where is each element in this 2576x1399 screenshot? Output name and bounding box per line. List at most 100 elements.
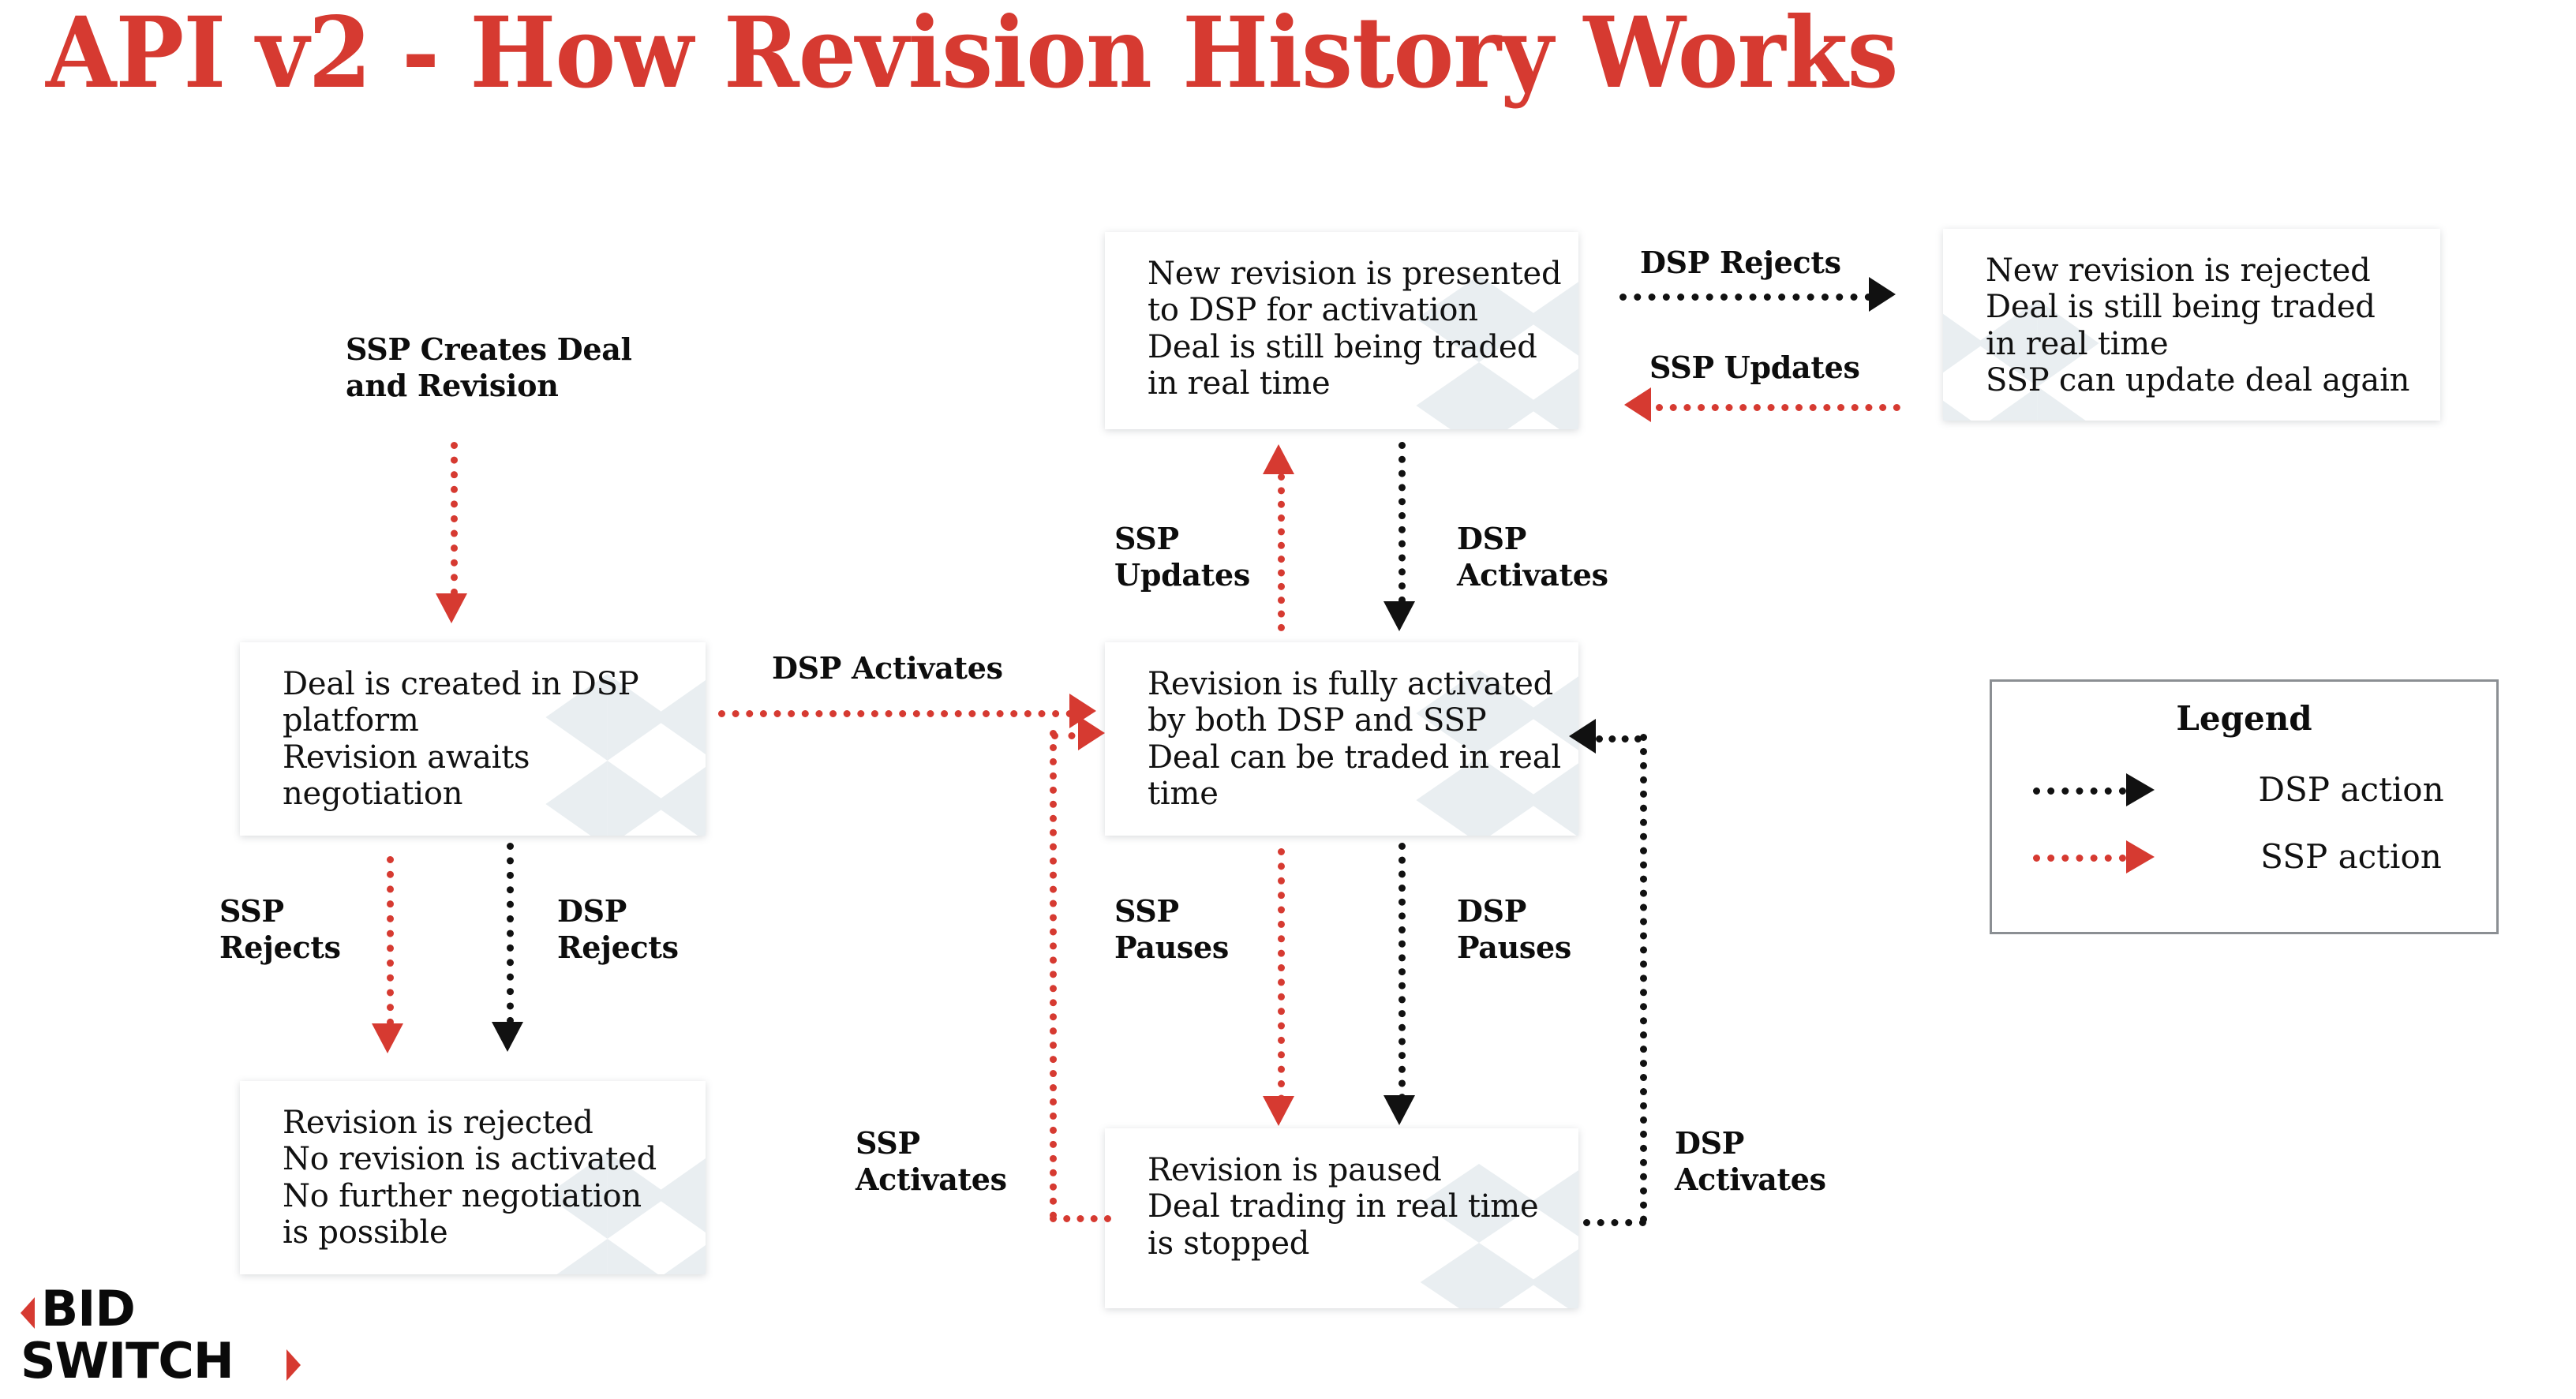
node-line: No revision is activated bbox=[283, 1141, 657, 1178]
node-line: Revision is fully activated bbox=[1148, 666, 1554, 702]
node-line: Deal is created in DSP bbox=[283, 666, 639, 702]
label-line: Activates bbox=[1675, 1161, 1826, 1198]
node-line: is stopped bbox=[1148, 1225, 1310, 1262]
label-ssp-activates-bottom: SSP Activates bbox=[856, 1125, 1007, 1199]
node-text: Revision is paused Deal trading in real … bbox=[1105, 1128, 1578, 1262]
edge-ssp-activates-bottom-arrowhead bbox=[1078, 716, 1105, 750]
label-dsp-rejects-top: DSP Rejects bbox=[1640, 245, 1841, 281]
edge-ssp-creates-line bbox=[451, 442, 458, 596]
node-text: Revision is rejected No revision is acti… bbox=[240, 1081, 706, 1251]
label-ssp-rejects: SSP Rejects bbox=[219, 893, 341, 967]
edge-dsp-activates-bottom-v bbox=[1640, 734, 1647, 1223]
label-line: DSP Activates bbox=[772, 650, 1003, 686]
label-line: Activates bbox=[1457, 557, 1608, 593]
label-dsp-activates-bottom: DSP Activates bbox=[1675, 1125, 1826, 1199]
legend-title: Legend bbox=[2176, 699, 2312, 738]
node-text: Deal is created in DSP platform Revision… bbox=[240, 642, 706, 813]
edge-ssp-rejects-arrowhead bbox=[372, 1023, 403, 1053]
legend-row-dsp: DSP action bbox=[1992, 767, 2496, 814]
label-dsp-pauses: DSP Pauses bbox=[1457, 893, 1571, 967]
bidswitch-logo: BID SWITCH bbox=[14, 1285, 330, 1395]
label-line: Activates bbox=[856, 1161, 1007, 1198]
edge-ssp-updates-center-arrowhead bbox=[1263, 444, 1294, 474]
label-line: DSP bbox=[1675, 1125, 1745, 1161]
label-line: DSP bbox=[557, 893, 627, 929]
edge-ssp-creates-arrowhead bbox=[436, 593, 467, 623]
legend: Legend DSP action SSP action bbox=[1990, 679, 2499, 934]
dsp-arrowhead-icon bbox=[2126, 773, 2155, 806]
label-dsp-activates-main: DSP Activates bbox=[772, 650, 1003, 686]
label-ssp-updates-center: SSP Updates bbox=[1114, 521, 1250, 594]
edge-ssp-activates-bottom-v bbox=[1050, 730, 1057, 1219]
node-line: SSP can update deal again bbox=[1986, 362, 2410, 399]
edge-dsp-rejects-top-arrowhead bbox=[1869, 277, 1896, 312]
label-line: DSP bbox=[1457, 893, 1527, 929]
label-line: and Revision bbox=[346, 368, 559, 404]
edge-ssp-updates-top-line bbox=[1656, 404, 1900, 411]
label-dsp-activates-center: DSP Activates bbox=[1457, 521, 1608, 594]
label-line: Rejects bbox=[557, 930, 679, 966]
edge-dsp-pauses-arrowhead bbox=[1383, 1095, 1415, 1125]
edge-dsp-activates-bottom-h-in bbox=[1583, 1219, 1646, 1226]
node-line: Revision is paused bbox=[1148, 1152, 1442, 1188]
logo-line-1: BID bbox=[41, 1280, 136, 1337]
label-dsp-rejects-left: DSP Rejects bbox=[557, 893, 679, 967]
edge-dsp-rejects-left-arrowhead bbox=[492, 1022, 523, 1052]
dsp-dotted-line-swatch bbox=[2033, 787, 2126, 795]
edge-dsp-activates-main-line bbox=[718, 710, 1073, 717]
label-line: DSP Rejects bbox=[1640, 245, 1841, 280]
edge-ssp-activates-bottom-h-in bbox=[1050, 1215, 1111, 1222]
ssp-dotted-line-swatch bbox=[2033, 855, 2126, 862]
logo-chevron-left-icon bbox=[21, 1297, 35, 1329]
node-line: New revision is presented bbox=[1148, 256, 1562, 292]
label-ssp-creates: SSP Creates Deal and Revision bbox=[346, 331, 632, 405]
label-line: Rejects bbox=[219, 930, 341, 966]
label-ssp-pauses: SSP Pauses bbox=[1114, 893, 1229, 967]
node-line: in real time bbox=[1986, 325, 2169, 362]
label-line: SSP Updates bbox=[1649, 350, 1860, 385]
node-new-revision-rejected: New revision is rejected Deal is still b… bbox=[1943, 229, 2440, 421]
edge-ssp-updates-center-line bbox=[1278, 473, 1285, 631]
node-line: Deal trading in real time bbox=[1148, 1188, 1539, 1225]
label-line: DSP bbox=[1457, 521, 1527, 556]
node-line: Deal is still being traded bbox=[1986, 289, 2376, 326]
node-line: Deal is still being traded bbox=[1148, 328, 1537, 365]
edge-ssp-pauses-line bbox=[1278, 848, 1285, 1117]
label-line: SSP bbox=[1114, 521, 1179, 556]
edge-ssp-rejects-line bbox=[387, 856, 394, 1026]
node-line: New revision is rejected bbox=[1986, 252, 2371, 289]
label-line: SSP bbox=[1114, 893, 1179, 929]
page-title: API v2 - How Revision History Works bbox=[46, 0, 1898, 110]
logo-chevron-right-icon bbox=[286, 1349, 301, 1381]
logo-line-2: SWITCH bbox=[21, 1332, 234, 1390]
label-line: Pauses bbox=[1457, 930, 1571, 966]
node-text: New revision is rejected Deal is still b… bbox=[1943, 229, 2440, 399]
node-line: No further negotiation bbox=[283, 1177, 642, 1214]
label-line: Pauses bbox=[1114, 930, 1229, 966]
edge-dsp-rejects-top-line bbox=[1619, 294, 1872, 301]
node-line: negotiation bbox=[283, 776, 463, 813]
diagram-canvas: API v2 - How Revision History Works Deal… bbox=[0, 0, 2576, 1399]
node-line: is possible bbox=[283, 1214, 448, 1251]
node-line: in real time bbox=[1148, 365, 1331, 402]
label-line: SSP bbox=[856, 1125, 920, 1161]
edge-dsp-activates-center-line bbox=[1398, 442, 1406, 604]
edge-dsp-activates-bottom-h-out bbox=[1596, 735, 1642, 743]
node-line: to DSP for activation bbox=[1148, 292, 1478, 329]
edge-ssp-updates-top-arrowhead bbox=[1624, 387, 1651, 422]
node-line: time bbox=[1148, 776, 1219, 813]
node-revision-activated: Revision is fully activated by both DSP … bbox=[1105, 642, 1578, 836]
label-line: Updates bbox=[1114, 557, 1250, 593]
edge-dsp-rejects-left-line bbox=[507, 843, 514, 1024]
label-ssp-updates-top: SSP Updates bbox=[1649, 350, 1860, 386]
label-line: SSP bbox=[219, 893, 284, 929]
node-new-revision-presented: New revision is presented to DSP for act… bbox=[1105, 232, 1578, 429]
label-line: SSP Creates Deal bbox=[346, 331, 632, 367]
node-line: Revision is rejected bbox=[283, 1105, 593, 1141]
legend-label-dsp: DSP action bbox=[2258, 770, 2444, 809]
ssp-arrowhead-icon bbox=[2126, 840, 2155, 873]
edge-dsp-pauses-line bbox=[1398, 843, 1406, 1115]
node-deal-created: Deal is created in DSP platform Revision… bbox=[240, 642, 706, 836]
node-text: New revision is presented to DSP for act… bbox=[1105, 232, 1578, 402]
node-revision-rejected: Revision is rejected No revision is acti… bbox=[240, 1081, 706, 1274]
